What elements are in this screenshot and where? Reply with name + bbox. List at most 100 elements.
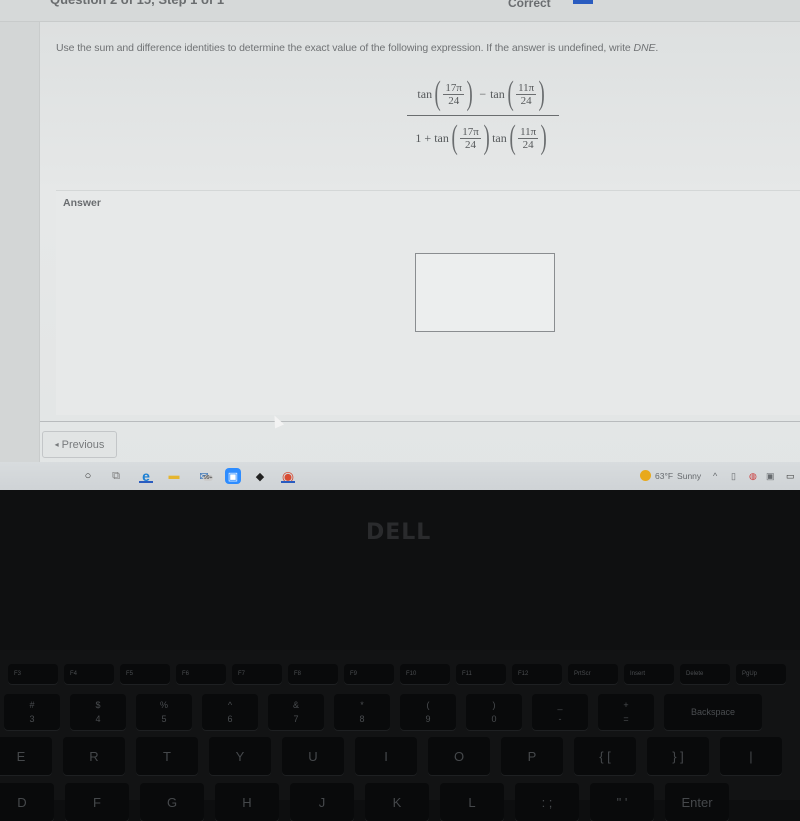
weather-temperature: 63°F (655, 470, 674, 481)
key-8[interactable]: * 8 (334, 694, 390, 730)
edge-icon[interactable]: e (138, 468, 154, 484)
previous-button[interactable]: ◂ Previous (42, 431, 117, 458)
minus-operator: − (479, 86, 487, 101)
key-i[interactable]: I (355, 737, 417, 775)
key-f3[interactable]: F3 (8, 664, 58, 684)
fraction-numerator: 17π (443, 81, 464, 95)
math-expression: tan ( 17π 24 ) − tan ( 11π 24 ) 1 + tan … (405, 72, 560, 160)
key-l[interactable]: L (440, 783, 504, 821)
key-4[interactable]: $4 (70, 694, 126, 730)
zoom-icon[interactable]: ▣ (225, 468, 241, 484)
key-0[interactable]: ) 0 (466, 694, 522, 730)
mail-icon[interactable]: ✉99+ (196, 468, 214, 484)
key-label: F6 (182, 671, 190, 677)
key-label: Enter (681, 794, 713, 810)
chevron-left-icon: ◂ (54, 440, 59, 449)
chevron-up-icon[interactable]: ^ (713, 471, 717, 481)
key-r[interactable]: R (63, 737, 125, 775)
key--[interactable]: _ - (532, 694, 588, 730)
key-f5[interactable]: F5 (120, 664, 170, 684)
question-progress: Question 2 of 15, Step 1 of 1 (50, 0, 224, 7)
key-f11[interactable]: F11 (456, 664, 506, 684)
weather-widget[interactable]: 63°F Sunny (640, 470, 701, 481)
key-insert[interactable]: Insert (624, 664, 674, 684)
key-f12[interactable]: F12 (512, 664, 562, 684)
device-icon[interactable]: ▯ (731, 471, 736, 482)
screen-capture-icon[interactable]: ▣ (766, 471, 775, 482)
key-p[interactable]: P (501, 737, 563, 775)
key-3[interactable]: #3 (4, 694, 60, 730)
fraction: 11π 24 (518, 126, 539, 151)
key-t[interactable]: T (136, 737, 198, 775)
answer-input[interactable] (415, 253, 555, 332)
key-}][interactable]: } ] (647, 737, 709, 775)
key-label: PgUp (742, 671, 758, 677)
key-delete[interactable]: Delete (680, 664, 730, 684)
fraction: 17π 24 (460, 126, 481, 151)
key-h[interactable]: H (215, 783, 279, 821)
key-label: * (360, 700, 364, 710)
key-[interactable]: " ' (590, 783, 654, 821)
key-9[interactable]: (9 (400, 694, 456, 730)
key-f9[interactable]: F9 (344, 664, 394, 684)
key-f6[interactable]: F6 (176, 664, 226, 684)
key-label: 5 (161, 714, 167, 724)
key-pgup[interactable]: PgUp (736, 664, 786, 684)
key-f7[interactable]: F7 (232, 664, 282, 684)
key-f8[interactable]: F8 (288, 664, 338, 684)
key-e[interactable]: E (0, 737, 52, 775)
key-f10[interactable]: F10 (400, 664, 450, 684)
status-badge: Correct (508, 0, 551, 10)
key-f4[interactable]: F4 (64, 664, 114, 684)
key-o[interactable]: O (428, 737, 490, 775)
key-label: R (89, 748, 99, 764)
key-label: T (163, 748, 171, 764)
key-label: F11 (462, 671, 472, 677)
key-{[[interactable]: { [ (574, 737, 636, 775)
search-icon[interactable]: ○ (80, 468, 96, 484)
key-5[interactable]: % 5 (136, 694, 192, 730)
weather-condition: Sunny (677, 470, 702, 481)
key-prtscr[interactable]: PrtScr (568, 664, 618, 684)
key-7[interactable]: & 7 (268, 694, 324, 730)
key-label: ^ (227, 700, 233, 710)
key-label: { [ (599, 748, 611, 764)
key-enter[interactable]: Enter (665, 783, 729, 821)
key-g[interactable]: G (140, 783, 204, 821)
battery-icon[interactable]: ▭ (786, 471, 795, 482)
key-label: D (17, 794, 27, 810)
fraction-numerator: 17π (460, 125, 481, 139)
key-|[interactable]: | (720, 737, 782, 775)
key-j[interactable]: J (290, 783, 354, 821)
key-label: G (166, 794, 178, 810)
key-label: F7 (238, 671, 246, 677)
key-u[interactable]: U (282, 737, 344, 775)
left-paren: ( (509, 119, 516, 156)
left-paren: ( (507, 75, 514, 112)
key-f[interactable]: F (65, 783, 129, 821)
key-:;[interactable]: : ; (515, 783, 579, 821)
task-view-icon[interactable]: ⧉ (108, 468, 124, 484)
previous-label: Previous (61, 438, 105, 451)
key-label: % (159, 700, 168, 710)
key-backspace[interactable]: Backspace (664, 694, 762, 730)
key-label: Backspace (690, 707, 736, 717)
key-k[interactable]: K (365, 783, 429, 821)
inkscape-icon[interactable]: ◆ (252, 468, 268, 484)
key-label: U (308, 748, 318, 764)
file-explorer-icon[interactable]: ▬ (166, 468, 182, 484)
fraction-denominator: 24 (464, 138, 476, 151)
key-label: 0 (491, 714, 497, 724)
recording-icon[interactable]: ◍ (749, 471, 757, 482)
chrome-icon[interactable]: ◉ (280, 468, 296, 484)
key-6[interactable]: ^ 6 (202, 694, 258, 730)
key-label: F5 (126, 671, 134, 677)
left-gutter (0, 0, 40, 462)
key-d[interactable]: D (0, 783, 54, 821)
key-y[interactable]: Y (209, 737, 271, 775)
key-label: E (16, 748, 26, 764)
tan-fn: tan (490, 86, 505, 101)
key-=[interactable]: + = (598, 694, 654, 730)
instruction-text: Use the sum and difference identities to… (56, 42, 634, 54)
key-label: F4 (70, 671, 78, 677)
